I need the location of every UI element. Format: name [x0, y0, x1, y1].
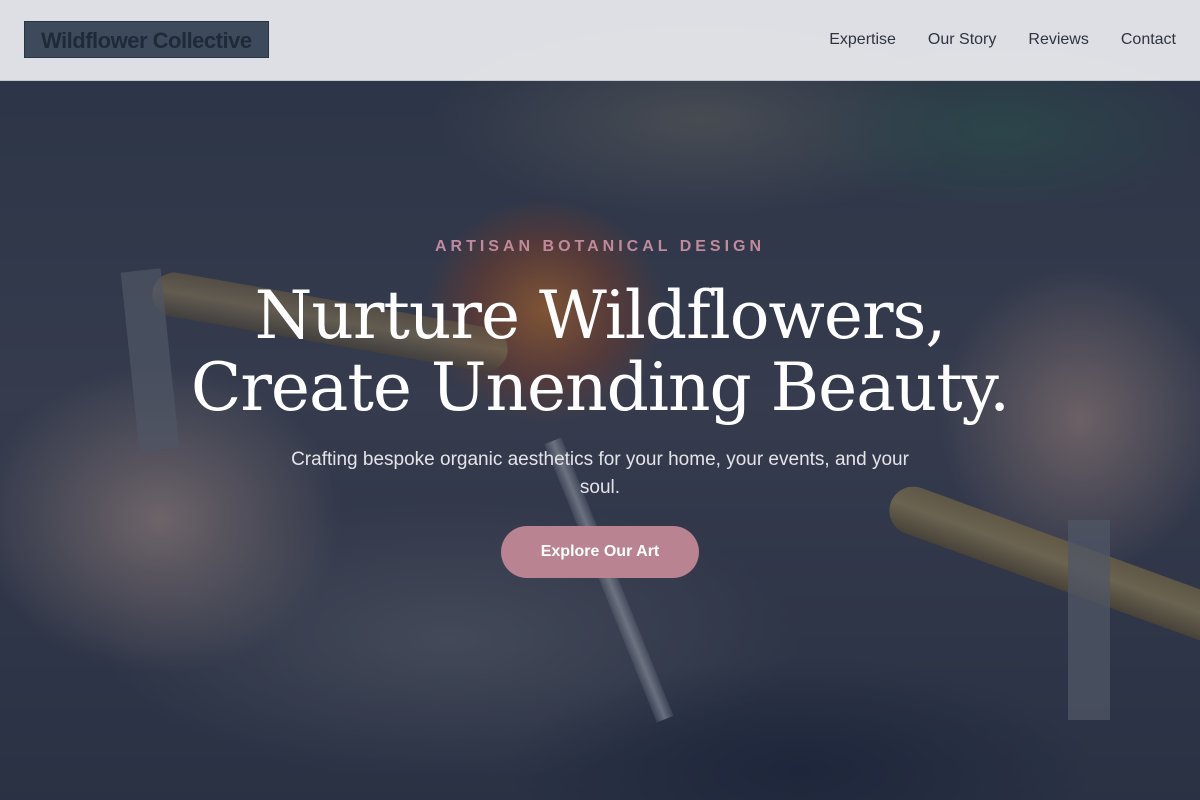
hero-headline-line2: Create Unending Beauty.: [190, 349, 1010, 426]
hero-eyebrow: ARTISAN BOTANICAL DESIGN: [434, 238, 766, 255]
hero-headline: Nurture Wildflowers, Create Unending Bea…: [0, 280, 1200, 424]
hero-section: ARTISAN BOTANICAL DESIGN Nurture Wildflo…: [0, 0, 1200, 800]
explore-art-button[interactable]: Explore Our Art: [501, 526, 699, 578]
hero-subtext: Crafting bespoke organic aesthetics for …: [291, 449, 909, 498]
hero-headline-line1: Nurture Wildflowers,: [254, 277, 947, 354]
